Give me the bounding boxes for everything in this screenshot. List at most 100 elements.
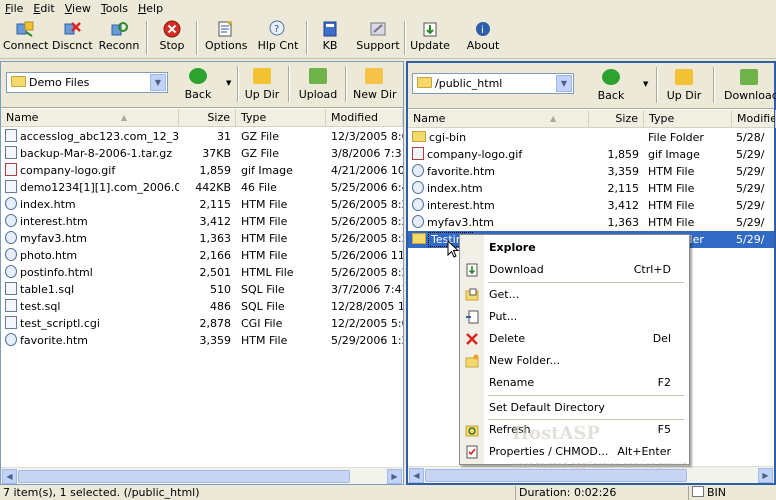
remote-path-combo[interactable]: /public_html ▼ [412, 73, 574, 94]
chevron-down-icon[interactable]: ▼ [556, 75, 572, 92]
download-icon [740, 69, 758, 85]
menu-help[interactable]: Help [133, 2, 168, 15]
back-arrow-icon [189, 68, 207, 84]
file-row[interactable]: table1.sql 510 SQL File 3/7/2006 7:47 [1, 281, 403, 298]
update-button[interactable]: Update [410, 20, 450, 58]
support-icon [368, 20, 388, 38]
chevron-down-icon[interactable]: ▼ [150, 74, 166, 91]
pane-separator [345, 66, 347, 102]
file-modified: 5/29/ [736, 233, 765, 246]
file-row[interactable]: interest.htm 3,412 HTM File 5/29/ [408, 197, 774, 214]
new-dir-button[interactable]: New Dir [353, 66, 397, 106]
file-type: HTM File [648, 165, 695, 178]
file-row[interactable]: demo1234[1][1].com_2006.0... 442KB 46 File… [1, 179, 403, 196]
menu-item-set-default-directory[interactable]: Set Default Directory [460, 398, 689, 418]
file-row[interactable]: index.htm 2,115 HTM File 5/29/ [408, 180, 774, 197]
scroll-left-icon[interactable]: ◀ [2, 469, 17, 484]
column-type[interactable]: Type [644, 110, 732, 128]
file-name: postinfo.html [20, 266, 93, 279]
local-updir-button[interactable]: Up Dir [244, 66, 280, 106]
file-row[interactable]: myfav3.htm 1,363 HTM File 5/29/ [408, 214, 774, 231]
local-horizontal-scrollbar[interactable]: ◀ ▶ [1, 467, 403, 484]
menu-view[interactable]: View [60, 2, 96, 15]
local-pane-toolbar: Demo Files ▼ Back ▼ Up Dir Upload New Di… [1, 62, 403, 108]
menu-edit[interactable]: Edit [28, 2, 59, 15]
menu-item-put[interactable]: Put... [460, 307, 689, 327]
file-row[interactable]: favorite.htm 3,359 HTM File 5/29/ [408, 163, 774, 180]
file-type: CGI File [241, 317, 283, 330]
scroll-right-icon[interactable]: ▶ [758, 468, 773, 483]
column-modified[interactable]: Modified [326, 109, 403, 127]
disconnect-button[interactable]: Discnct [52, 20, 93, 58]
reconnect-button[interactable]: Reconn [97, 20, 141, 58]
back-arrow-icon [602, 69, 620, 85]
scroll-right-icon[interactable]: ▶ [387, 469, 402, 484]
local-path-combo[interactable]: Demo Files ▼ [6, 72, 168, 93]
back-dropdown-arrow-icon[interactable]: ▼ [643, 80, 648, 88]
remote-updir-button[interactable]: Up Dir [666, 67, 702, 107]
file-name: index.htm [427, 182, 483, 195]
file-row[interactable]: index.htm 2,115 HTM File 5/26/2005 8:2 [1, 196, 403, 213]
download-button[interactable]: Download [724, 67, 776, 107]
file-row[interactable]: photo.htm 2,166 HTM File 5/26/2006 11: [1, 247, 403, 264]
support-button[interactable]: Support [356, 20, 400, 58]
file-size: 442KB [195, 181, 231, 194]
kb-button[interactable]: KB [316, 20, 344, 58]
stop-button[interactable]: Stop [156, 20, 188, 58]
file-row[interactable]: postinfo.html 2,501 HTML File 5/26/2005 8:2 [1, 264, 403, 281]
help-contents-button[interactable]: ? Hlp Cnt [257, 20, 299, 58]
file-row[interactable]: backup-Mar-8-2006-1.tar.gz 37KB GZ File 3/8… [1, 145, 403, 162]
htm-icon [5, 265, 17, 278]
file-modified: 5/29/ [736, 216, 765, 229]
column-type[interactable]: Type [236, 109, 326, 127]
menu-item-download[interactable]: Download Ctrl+D [460, 260, 689, 280]
file-modified: 5/26/2005 8:2 [331, 198, 403, 211]
file-row[interactable]: myfav3.htm 1,363 HTM File 5/26/2005 8:2 [1, 230, 403, 247]
file-size: 2,115 [199, 198, 232, 211]
column-name[interactable]: Name ▲ [408, 110, 589, 128]
file-name: demo1234[1][1].com_2006.0... [20, 181, 179, 194]
file-row[interactable]: test.sql 486 SQL File 12/28/2005 11 [1, 298, 403, 315]
file-type: SQL File [241, 283, 285, 296]
connect-button[interactable]: Connect [3, 20, 48, 58]
htm-icon [412, 181, 424, 194]
options-button[interactable]: Options [205, 20, 247, 58]
knowledge-base-icon [320, 20, 340, 38]
menu-item-properties[interactable]: Properties / CHMOD... Alt+Enter [460, 442, 689, 462]
file-row[interactable]: favorite.htm 3,359 HTM File 5/29/2006 1:2 [1, 332, 403, 349]
file-type: SQL File [241, 300, 285, 313]
file-row[interactable]: interest.htm 3,412 HTM File 5/26/2005 8:2 [1, 213, 403, 230]
htm-icon [5, 214, 17, 227]
menu-item-delete[interactable]: Delete Del [460, 329, 689, 349]
menu-file[interactable]: File [0, 2, 28, 15]
column-modified[interactable]: Modifie [732, 110, 776, 128]
column-size[interactable]: Size [179, 109, 236, 127]
menu-item-new-folder[interactable]: New Folder... [460, 351, 689, 371]
local-back-button[interactable]: Back [181, 66, 215, 106]
file-row[interactable]: accesslog_abc123.com_12_3... 31 GZ File 12/… [1, 128, 403, 145]
column-name[interactable]: Name ▲ [1, 109, 179, 127]
file-row[interactable]: company-logo.gif 1,859 gif Image 4/21/2006 … [1, 162, 403, 179]
remote-back-button[interactable]: Back [594, 67, 628, 107]
menu-item-explore[interactable]: Explore [460, 238, 689, 258]
file-row[interactable]: company-logo.gif 1,859 gif Image 5/29/ [408, 146, 774, 163]
file-row[interactable]: test_scriptl.cgi 2,878 CGI File 12/2/2005 5… [1, 315, 403, 332]
upload-button[interactable]: Upload [298, 66, 338, 106]
file-row[interactable]: cgi-bin File Folder 5/28/ [408, 129, 774, 146]
back-dropdown-arrow-icon[interactable]: ▼ [226, 79, 231, 87]
scroll-thumb[interactable] [18, 470, 350, 483]
menu-item-get[interactable]: Get... [460, 285, 689, 305]
folder-icon [11, 76, 26, 87]
about-button[interactable]: i About [466, 20, 500, 58]
scroll-left-icon[interactable]: ◀ [409, 468, 424, 483]
gif-icon [5, 163, 17, 176]
file-type: HTM File [241, 249, 288, 262]
file-size: 3,412 [199, 215, 232, 228]
folder-icon [417, 77, 432, 88]
menu-item-rename[interactable]: Rename F2 [460, 373, 689, 393]
column-size[interactable]: Size [589, 110, 644, 128]
remote-list-header: Name ▲ Size Type Modifie [408, 110, 776, 128]
file-name: backup-Mar-8-2006-1.tar.gz [20, 147, 172, 160]
menu-tools[interactable]: Tools [96, 2, 133, 15]
file-icon [5, 129, 17, 142]
